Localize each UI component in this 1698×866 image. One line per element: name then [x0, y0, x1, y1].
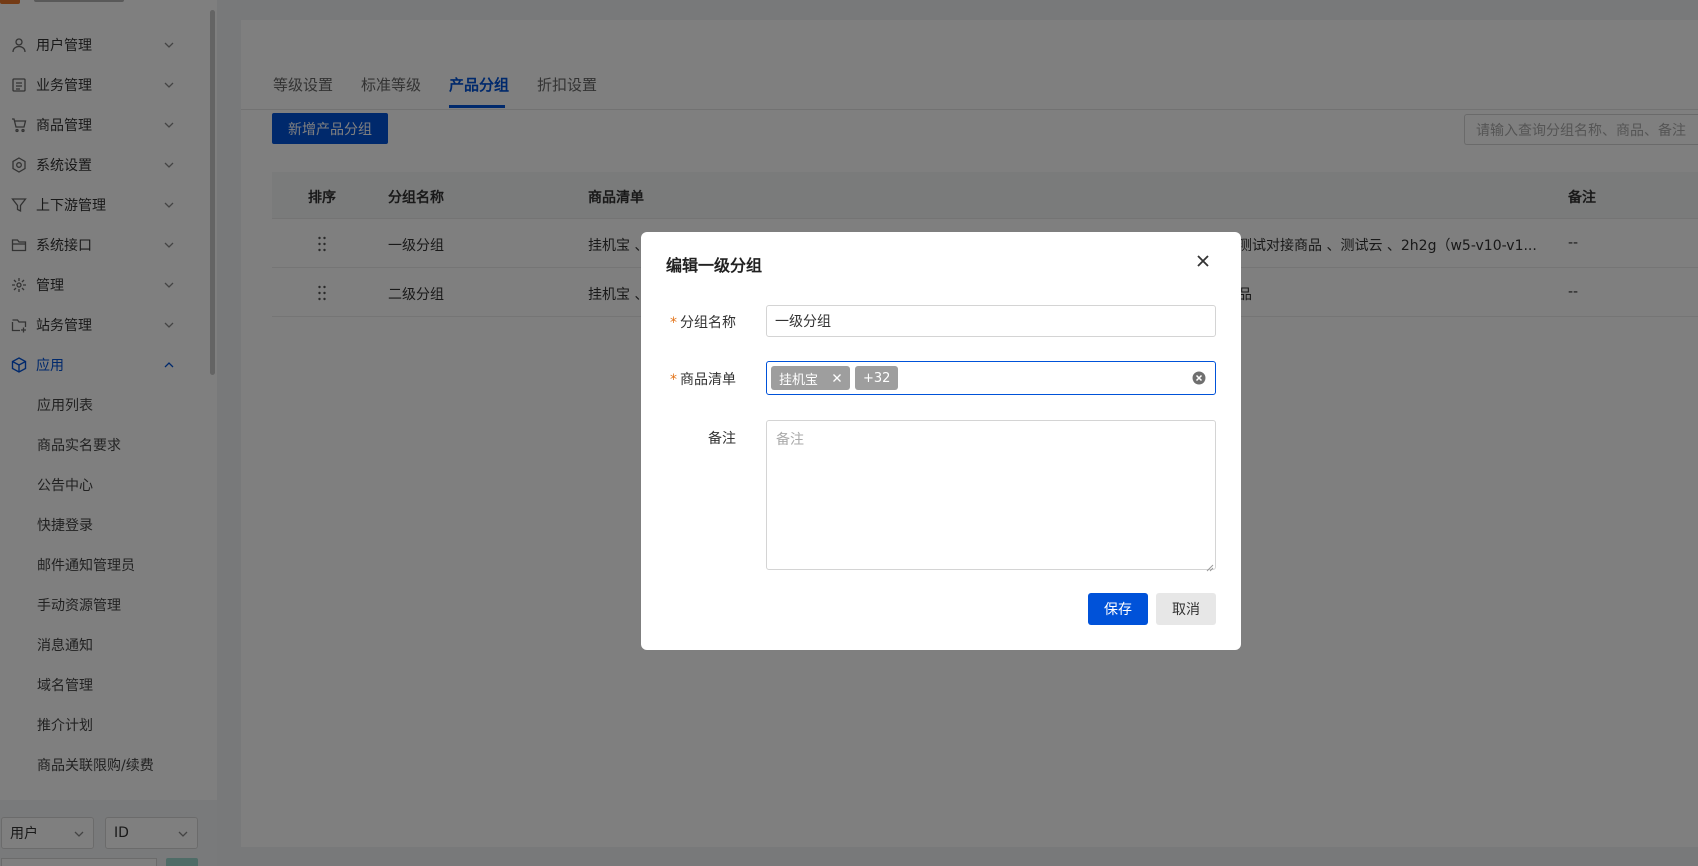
group-name-field[interactable]: 一级分组	[766, 305, 1216, 337]
remove-tag-icon[interactable]	[832, 373, 842, 383]
resize-grip-icon[interactable]	[1206, 560, 1214, 572]
product-list-select[interactable]: 挂机宝 +32	[766, 361, 1216, 395]
product-tag: 挂机宝	[771, 366, 851, 390]
close-icon[interactable]	[1194, 252, 1212, 270]
cancel-button[interactable]: 取消	[1156, 593, 1216, 625]
product-list-label: * 商品清单	[670, 372, 736, 388]
group-name-label: * 分组名称	[670, 315, 736, 331]
remark-placeholder: 备注	[776, 432, 804, 448]
remark-label: 备注	[708, 431, 736, 447]
save-button[interactable]: 保存	[1088, 593, 1148, 625]
edit-group-dialog: 编辑一级分组 * 分组名称 一级分组 * 商品清单 挂机宝 +32 备注 备注 保存…	[641, 232, 1241, 650]
remark-textarea[interactable]: 备注	[766, 420, 1216, 572]
clear-icon[interactable]	[1192, 371, 1206, 385]
dialog-title: 编辑一级分组	[666, 256, 763, 275]
more-tags-count[interactable]: +32	[855, 366, 899, 390]
